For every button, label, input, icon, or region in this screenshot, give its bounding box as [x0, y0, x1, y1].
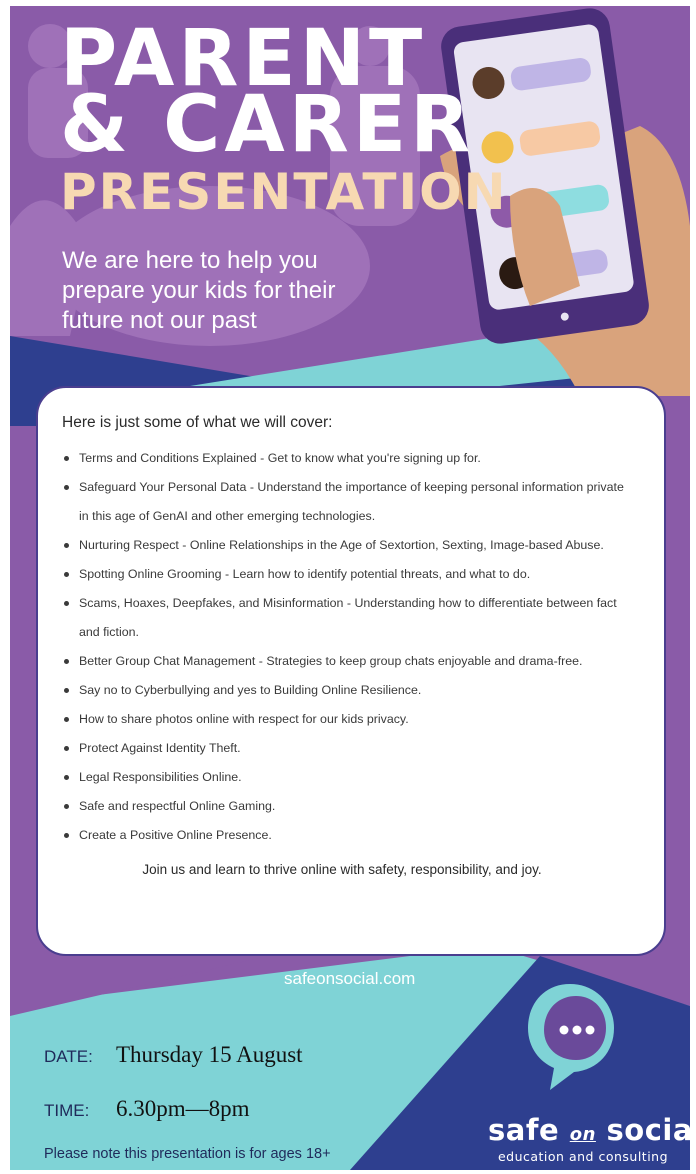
topic-item: Legal Responsibilities Online. — [62, 763, 636, 792]
topic-item: Say no to Cyberbullying and yes to Build… — [62, 676, 636, 705]
speech-bubble-ellipsis-icon — [528, 984, 614, 1090]
time-value: 6.30pm—8pm — [116, 1096, 250, 1121]
logo-wordmark: safe on social — [488, 1113, 690, 1151]
age-note: Please note this presentation is for age… — [44, 1146, 331, 1162]
date-label: DATE: — [44, 1047, 93, 1066]
logo-word-safe: safe — [488, 1113, 560, 1147]
time-row: TIME: 6.30pm—8pm — [44, 1096, 250, 1122]
safe-on-social-logo: safe on social education and consulting — [488, 1113, 690, 1164]
topic-item: Protect Against Identity Theft. — [62, 734, 636, 763]
topic-item: Scams, Hoaxes, Deepfakes, and Misinforma… — [62, 589, 636, 647]
topic-item: Terms and Conditions Explained - Get to … — [62, 444, 636, 473]
website-link[interactable]: safeonsocial.com — [284, 969, 415, 989]
closing-statement: Join us and learn to thrive online with … — [142, 862, 542, 877]
topics-card: Here is just some of what we will cover:… — [36, 386, 666, 956]
headline: PARENT & CARER PRESENTATION — [60, 20, 508, 222]
time-label: TIME: — [44, 1101, 90, 1120]
topic-item: Better Group Chat Management - Strategie… — [62, 647, 636, 676]
topics-heading: Here is just some of what we will cover: — [62, 414, 333, 431]
topic-item: Nurturing Respect - Online Relationships… — [62, 531, 636, 560]
logo-tagline: education and consulting — [497, 1149, 669, 1164]
logo-word-on: on — [569, 1124, 596, 1145]
date-value: Thursday 15 August — [116, 1042, 303, 1067]
topic-item: Safeguard Your Personal Data - Understan… — [62, 473, 636, 531]
topic-item: Spotting Online Grooming - Learn how to … — [62, 560, 636, 589]
topic-item: Create a Positive Online Presence. — [62, 821, 636, 850]
tagline: We are here to help you prepare your kid… — [62, 247, 336, 334]
title-presentation: PRESENTATION — [60, 163, 508, 221]
logo-word-social: social — [606, 1113, 690, 1147]
topic-item: How to share photos online with respect … — [62, 705, 636, 734]
topic-item: Safe and respectful Online Gaming. — [62, 792, 636, 821]
date-row: DATE: Thursday 15 August — [44, 1042, 303, 1068]
title-carer: & CARER — [60, 80, 475, 170]
flyer-poster: PARENT & CARER PRESENTATION We are here … — [10, 6, 690, 1170]
topics-list: Terms and Conditions Explained - Get to … — [62, 444, 636, 850]
